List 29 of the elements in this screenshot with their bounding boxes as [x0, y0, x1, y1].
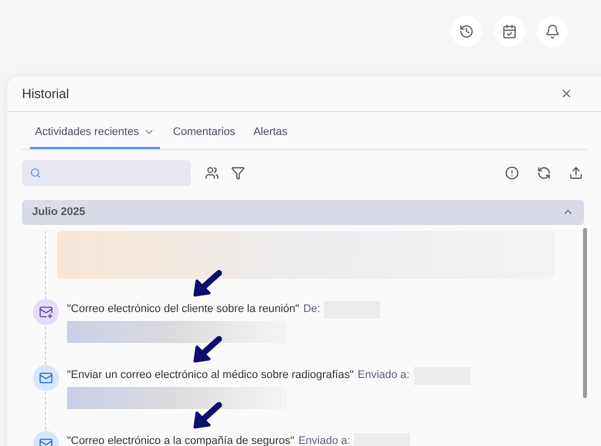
party-label: Enviado a:	[358, 368, 410, 384]
activity-title: "Correo electrónico del cliente sobre la reunión"	[67, 302, 300, 318]
arrow-drawing	[191, 334, 223, 364]
panel-title: Historial	[22, 84, 69, 103]
tab[interactable]: Actividades recientes	[30, 118, 160, 148]
history-button[interactable]	[451, 16, 482, 47]
tab[interactable]: Comentarios	[168, 118, 240, 148]
tab[interactable]: Alertas	[248, 118, 293, 148]
search-field[interactable]	[22, 160, 191, 186]
alert-icon	[505, 166, 519, 180]
activity-title: "Enviar un correo electrónico al médico sobre radiografías"	[67, 368, 354, 384]
close-button[interactable]	[560, 87, 573, 100]
mail-sent-icon	[33, 364, 59, 390]
party-label: Enviado a:	[298, 434, 350, 446]
calendar-button[interactable]	[494, 16, 525, 47]
party-label: De:	[303, 302, 320, 318]
calendar-icon	[502, 24, 517, 39]
refresh-icon	[537, 166, 551, 180]
history-icon	[459, 24, 474, 39]
arrow-drawing	[191, 268, 223, 298]
search-icon	[30, 166, 41, 178]
upload-icon	[569, 166, 583, 180]
month-header[interactable]: Julio 2025	[22, 200, 584, 224]
filter-icon	[231, 166, 245, 180]
users-icon	[205, 166, 219, 180]
notifications-button[interactable]	[537, 16, 568, 47]
mail-received-icon	[33, 298, 59, 324]
arrow-drawing	[191, 400, 223, 430]
bell-icon	[545, 24, 560, 39]
